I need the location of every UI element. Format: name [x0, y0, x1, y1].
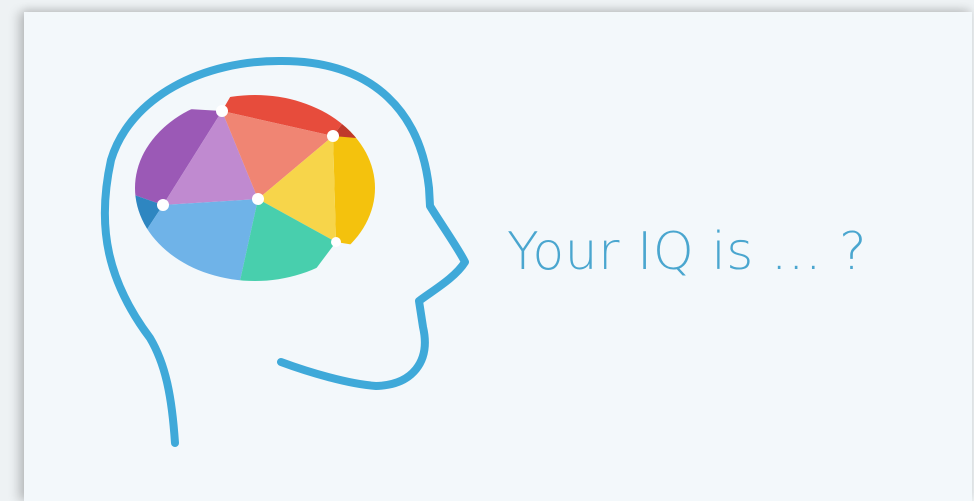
brain-node — [252, 193, 264, 205]
slide-stage: Your IQ is ... ? — [0, 0, 974, 501]
brain-node — [157, 199, 169, 211]
brain-mosaic — [135, 95, 375, 281]
brain-node — [331, 237, 341, 247]
brain-node — [327, 130, 339, 142]
brain-segment-yellow-dark — [333, 100, 375, 250]
brain-node — [216, 105, 228, 117]
iq-headline: Your IQ is ... ? — [507, 222, 868, 282]
